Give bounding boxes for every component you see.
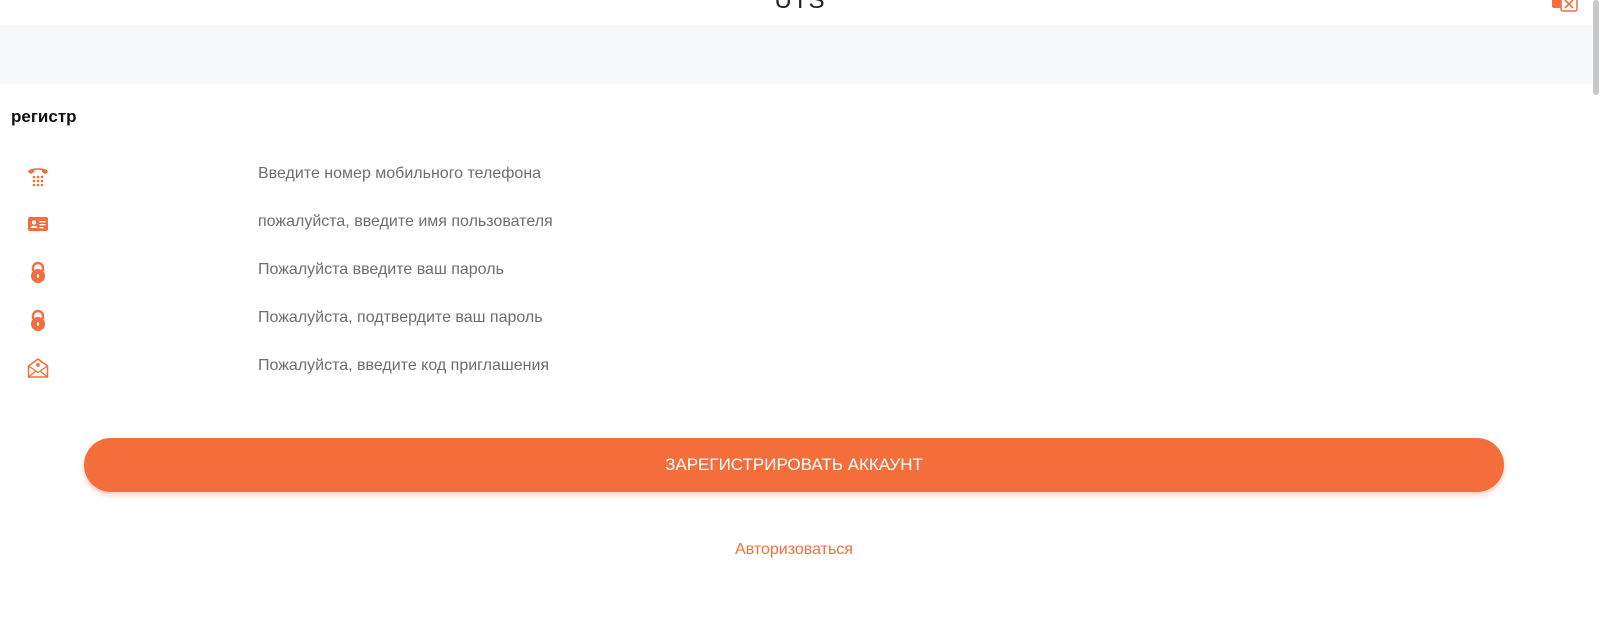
page-title: регистр [11, 107, 77, 126]
invite-code-input[interactable] [258, 351, 1558, 381]
id-card-icon [28, 217, 48, 231]
password-input[interactable] [258, 255, 1558, 285]
lock-icon [31, 309, 45, 331]
lock-icon [31, 261, 45, 283]
register-button[interactable]: ЗАРЕГИСТРИРОВАТЬ АККАУНТ [84, 438, 1504, 492]
phone-input[interactable] [258, 159, 1558, 189]
envelope-icon [27, 358, 49, 378]
top-bar: UTS [0, 0, 1600, 25]
app-title: UTS [774, 0, 826, 14]
scrollbar[interactable] [1592, 0, 1600, 620]
username-row [0, 200, 1580, 246]
scrollbar-thumb[interactable] [1593, 0, 1599, 95]
phone-row [0, 152, 1580, 198]
confirm-password-input[interactable] [258, 303, 1558, 333]
invite-code-row [0, 344, 1580, 390]
confirm-password-row [0, 296, 1580, 342]
phone-icon [28, 168, 48, 187]
username-input[interactable] [258, 207, 1558, 237]
translate-icon[interactable] [1552, 0, 1580, 12]
login-link[interactable]: Авторизоваться [0, 541, 1588, 559]
register-page: UTS регистр Введите номер мобильного тел… [0, 0, 1600, 620]
header-band [0, 25, 1600, 84]
password-row [0, 248, 1580, 294]
